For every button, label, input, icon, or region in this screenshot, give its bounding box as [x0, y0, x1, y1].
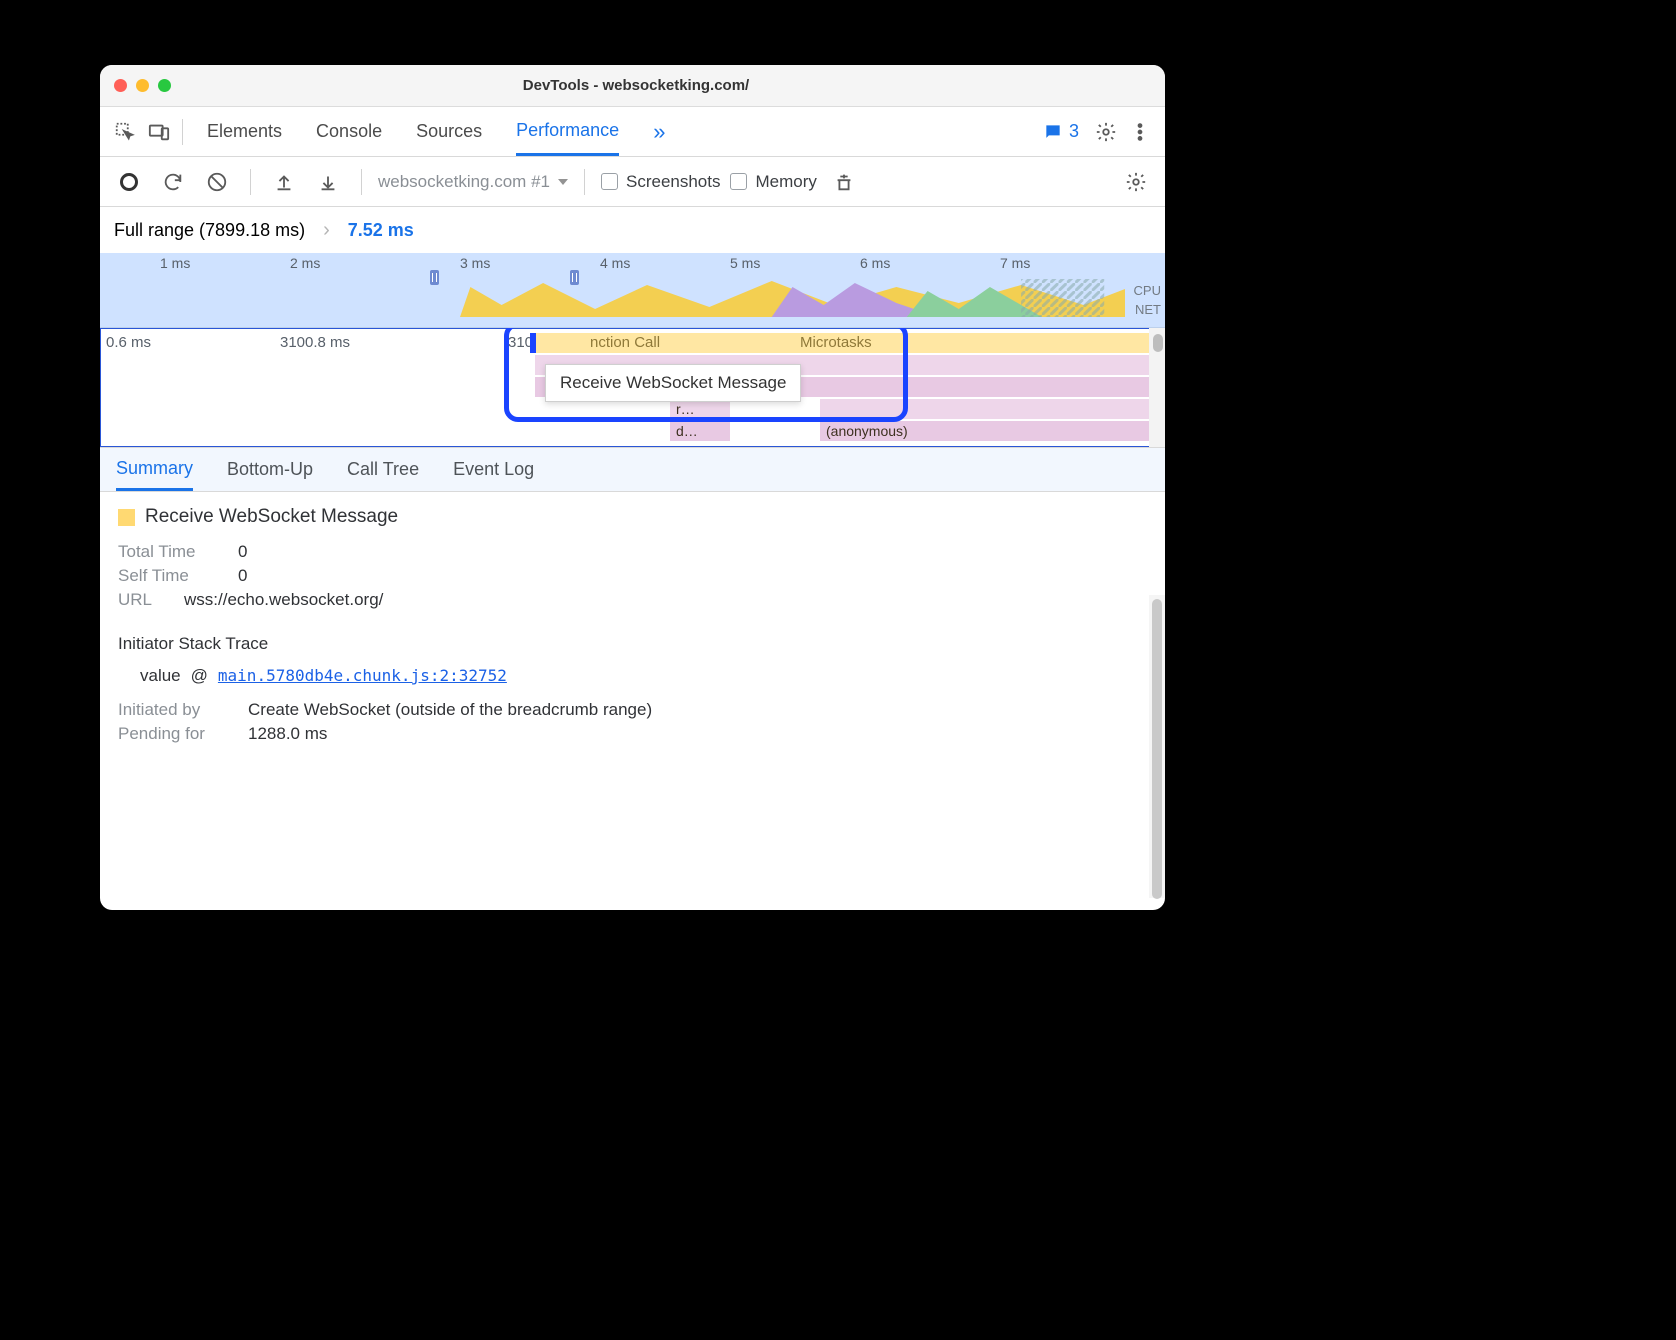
summary-title: Receive WebSocket Message — [118, 506, 1147, 528]
event-color-swatch — [118, 509, 135, 526]
initiator-heading: Initiator Stack Trace — [118, 634, 1147, 654]
row-self-time: Self Time0 — [118, 566, 1147, 586]
row-pending-for: Pending for1288.0 ms — [118, 724, 1147, 744]
chevron-down-icon — [558, 179, 568, 185]
recording-selector[interactable]: websocketking.com #1 — [378, 172, 568, 192]
minimize-window-icon[interactable] — [136, 79, 149, 92]
main-tab-bar: Elements Console Sources Performance » 3 — [100, 107, 1165, 157]
reload-button[interactable] — [156, 165, 190, 199]
tab-bottom-up[interactable]: Bottom-Up — [227, 448, 313, 491]
stack-frame-link[interactable]: main.5780db4e.chunk.js:2:32752 — [218, 666, 507, 686]
chevron-right-icon: › — [323, 219, 330, 242]
tab-console[interactable]: Console — [316, 107, 382, 156]
inspect-element-icon[interactable] — [108, 115, 142, 149]
row-url: URLwss://echo.websocket.org/ — [118, 590, 1147, 610]
flame-scrollbar[interactable] — [1149, 328, 1165, 447]
record-button[interactable] — [112, 165, 146, 199]
separator — [361, 169, 362, 195]
flame-bar-d[interactable]: d… — [670, 421, 730, 441]
row-initiated-by: Initiated byCreate WebSocket (outside of… — [118, 700, 1147, 720]
tab-sources[interactable]: Sources — [416, 107, 482, 156]
flame-chart[interactable]: 0.6 ms 3100.8 ms 3101.0 ms 3101.2 ms 310… — [100, 328, 1165, 448]
breadcrumb-selection[interactable]: 7.52 ms — [348, 220, 414, 241]
flame-bar-anonymous[interactable]: (anonymous) — [820, 421, 1155, 441]
breadcrumb: Full range (7899.18 ms) › 7.52 ms — [100, 207, 1165, 253]
tab-elements[interactable]: Elements — [207, 107, 282, 156]
separator — [250, 169, 251, 195]
traffic-lights — [114, 79, 171, 92]
overview-ticks: 1 ms 2 ms 3 ms 4 ms 5 ms 6 ms 7 ms — [100, 255, 1165, 273]
download-profile-icon[interactable] — [311, 165, 345, 199]
overview-track-labels: CPU NET — [1134, 283, 1161, 317]
stack-frame: value @ main.5780db4e.chunk.js:2:32752 — [118, 666, 1147, 686]
panel-tabs: Elements Console Sources Performance » — [207, 107, 665, 156]
zoom-window-icon[interactable] — [158, 79, 171, 92]
messages-count: 3 — [1069, 121, 1079, 142]
tab-event-log[interactable]: Event Log — [453, 448, 534, 491]
devtools-window: DevTools - websocketking.com/ Elements C… — [100, 65, 1165, 910]
row-total-time: Total Time0 — [118, 542, 1147, 562]
tab-performance[interactable]: Performance — [516, 107, 619, 156]
range-handle-left[interactable] — [430, 270, 439, 285]
device-toolbar-icon[interactable] — [142, 115, 176, 149]
close-window-icon[interactable] — [114, 79, 127, 92]
separator — [182, 119, 183, 145]
overflow-tabs-icon[interactable]: » — [653, 107, 665, 156]
summary-pane: Receive WebSocket Message Total Time0 Se… — [100, 492, 1165, 910]
collect-garbage-icon[interactable] — [827, 165, 861, 199]
performance-toolbar: websocketking.com #1 Screenshots Memory — [100, 157, 1165, 207]
memory-checkbox[interactable]: Memory — [730, 172, 816, 192]
console-messages-badge[interactable]: 3 — [1043, 121, 1079, 142]
tab-call-tree[interactable]: Call Tree — [347, 448, 419, 491]
titlebar: DevTools - websocketking.com/ — [100, 65, 1165, 107]
clear-button[interactable] — [200, 165, 234, 199]
overview-cpu-graph — [460, 275, 1125, 317]
details-tabs: Summary Bottom-Up Call Tree Event Log — [100, 448, 1165, 492]
kebab-menu-icon[interactable] — [1123, 115, 1157, 149]
settings-gear-icon[interactable] — [1089, 115, 1123, 149]
capture-settings-gear-icon[interactable] — [1119, 165, 1153, 199]
separator — [584, 169, 585, 195]
tab-summary[interactable]: Summary — [116, 448, 193, 491]
timeline-overview[interactable]: 1 ms 2 ms 3 ms 4 ms 5 ms 6 ms 7 ms CPU N… — [100, 253, 1165, 328]
summary-scrollbar[interactable] — [1149, 595, 1165, 898]
flame-tooltip: Receive WebSocket Message — [545, 364, 801, 402]
window-title: DevTools - websocketking.com/ — [171, 77, 1101, 94]
upload-profile-icon[interactable] — [267, 165, 301, 199]
breadcrumb-full-range[interactable]: Full range (7899.18 ms) — [114, 220, 305, 241]
initiator-section: Initiator Stack Trace value @ main.5780d… — [118, 634, 1147, 744]
screenshots-checkbox[interactable]: Screenshots — [601, 172, 721, 192]
